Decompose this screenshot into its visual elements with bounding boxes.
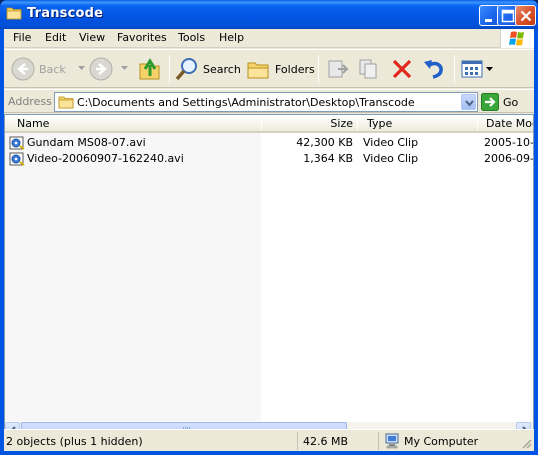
column-divider[interactable] [357,118,358,130]
video-file-icon [9,136,25,150]
column-divider[interactable] [261,118,262,130]
list-header: Name Size Type Date Mod [5,115,533,133]
table-row[interactable]: Video-20060907-162240.avi 1,364 KB Video… [5,151,533,167]
forward-dropdown-icon[interactable] [121,66,128,71]
address-bar: Address C:\Documents and Settings\Admini… [4,89,534,113]
back-arrow-icon [11,57,35,81]
views-icon [461,60,483,78]
folders-label: Folders [275,62,315,76]
status-size: 42.6 MB [301,432,379,450]
forward-arrow-icon [89,57,113,81]
file-size: 1,364 KB [303,152,353,165]
undo-icon [424,60,443,79]
menu-bar: File Edit View Favorites Tools Help [4,29,534,48]
folder-icon [58,96,74,109]
file-date-modified: 2006-09-0 [484,152,533,165]
up-folder-icon [139,58,160,80]
windows-logo [500,29,534,48]
delete-x-icon [392,59,412,79]
file-name: Video-20060907-162240.avi [27,152,184,165]
folders-button[interactable]: Folders [246,53,315,85]
windows-flag-icon [509,31,524,46]
menu-view[interactable]: View [79,31,105,44]
window-title: Transcode [27,6,104,21]
column-header-date-modified[interactable]: Date Mod [486,115,533,133]
undo-button[interactable] [422,53,446,85]
copy-to-icon [359,59,377,79]
file-name: Gundam MS08-07.avi [27,136,146,149]
status-size-text: 42.6 MB [303,435,349,448]
address-path: C:\Documents and Settings\Administrator\… [77,96,415,109]
go-label: Go [503,95,519,109]
toolbar-separator [169,55,170,83]
menu-help[interactable]: Help [219,31,244,44]
file-type: Video Clip [363,152,419,165]
status-bar: 2 objects (plus 1 hidden) 42.6 MB My Com… [4,429,534,451]
file-type: Video Clip [363,136,419,149]
standard-toolbar: Back Search Folders [4,49,534,88]
menu-file[interactable]: File [13,31,31,44]
explorer-window: Transcode File Edit View Favorites Tools… [0,0,538,455]
close-icon [520,10,532,22]
address-input[interactable]: C:\Documents and Settings\Administrator\… [54,92,478,112]
up-folder-button[interactable] [137,53,163,85]
column-header-size[interactable]: Size [265,115,353,133]
window-client: File Edit View Favorites Tools Help Back… [4,29,534,451]
back-label: Back [39,62,66,76]
move-to-button[interactable] [326,53,350,85]
folder-icon [6,7,22,20]
delete-button[interactable] [390,53,414,85]
file-list-view[interactable]: Name Size Type Date Mod Gundam MS08-07.a… [4,114,534,437]
forward-button[interactable] [88,53,114,85]
back-button[interactable]: Back [10,53,66,85]
status-objects-text: 2 objects (plus 1 hidden) [6,435,143,448]
chevron-down-icon [465,100,474,107]
address-label: Address [8,95,52,108]
file-size: 42,300 KB [296,136,353,149]
column-header-type[interactable]: Type [367,115,467,133]
move-to-icon [328,60,349,78]
address-dropdown-button[interactable] [461,94,476,110]
menu-edit[interactable]: Edit [45,31,66,44]
views-button[interactable] [460,53,493,85]
back-dropdown-icon[interactable] [78,66,85,71]
column-divider[interactable] [477,118,478,130]
toolbar-separator [318,55,319,83]
video-file-icon [9,152,25,166]
menu-tools[interactable]: Tools [178,31,205,44]
folders-icon [247,62,269,79]
title-bar[interactable]: Transcode [0,0,538,29]
column-header-name[interactable]: Name [17,115,257,133]
status-zone: My Computer [382,432,518,450]
search-label: Search [203,62,241,76]
sorted-column-highlight [5,133,261,427]
search-button[interactable]: Search [174,53,241,85]
search-icon [175,58,197,81]
close-button[interactable] [515,5,536,26]
views-dropdown-icon [486,66,493,71]
file-date-modified: 2005-10-2 [484,136,533,149]
status-object-count: 2 objects (plus 1 hidden) [4,432,298,450]
toolbar-separator [454,55,455,83]
go-button[interactable]: Go [481,93,518,111]
copy-to-button[interactable] [358,53,382,85]
menu-favorites[interactable]: Favorites [117,31,167,44]
go-arrow-icon [481,93,499,111]
resize-grip-icon[interactable] [520,437,532,449]
status-location-text: My Computer [404,434,479,448]
my-computer-icon [385,433,399,449]
table-row[interactable]: Gundam MS08-07.avi 42,300 KB Video Clip … [5,135,533,151]
